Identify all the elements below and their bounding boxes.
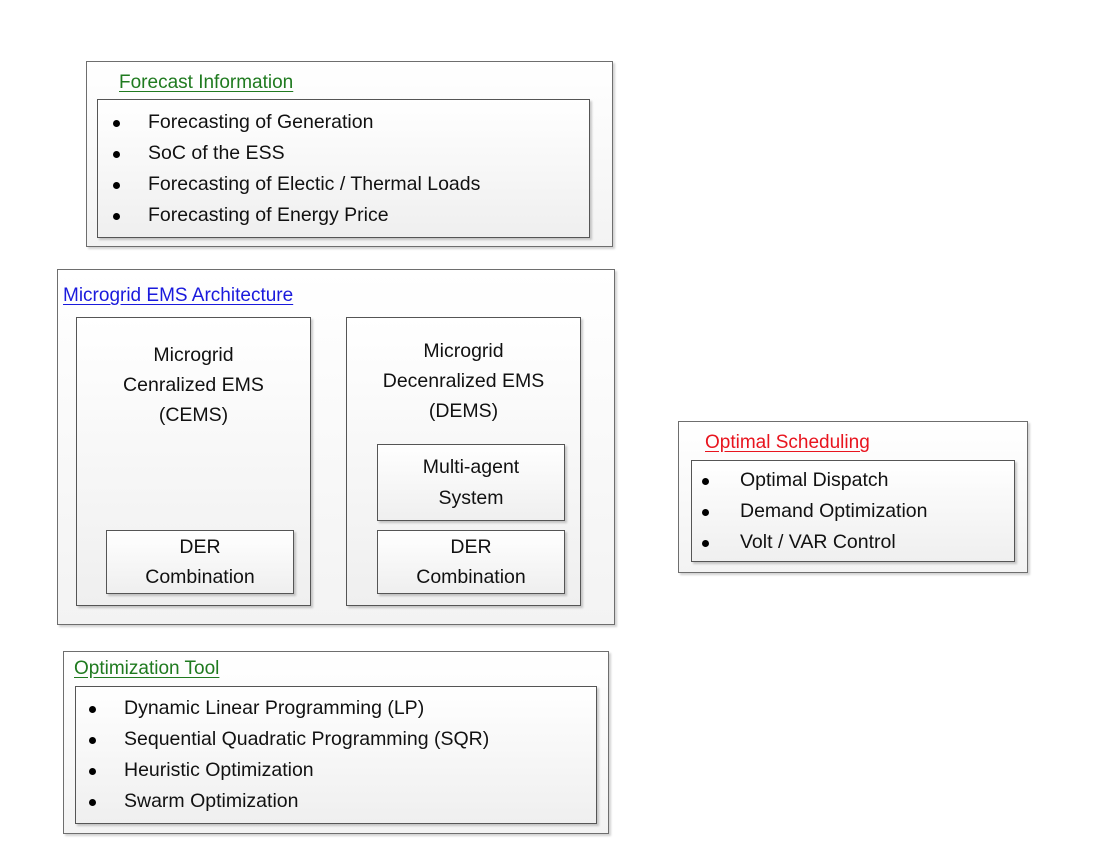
centralized-ems-label: Microgrid Cenralized EMS (CEMS) bbox=[123, 344, 264, 426]
list-item-label: Forecasting of Energy Price bbox=[148, 204, 389, 226]
bullet-icon bbox=[89, 705, 96, 713]
list-item: Forecasting of Generation bbox=[98, 107, 589, 138]
list-item-label: Demand Optimization bbox=[740, 500, 928, 522]
der-combination-label: DER Combination bbox=[145, 536, 255, 588]
list-item-label: Volt / VAR Control bbox=[740, 531, 896, 553]
list-item: Swarm Optimization bbox=[76, 786, 596, 817]
optimization-tool-list-box: Dynamic Linear Programming (LP) Sequenti… bbox=[75, 686, 597, 824]
bullet-icon bbox=[113, 119, 120, 127]
list-item-label: Heuristic Optimization bbox=[124, 759, 314, 781]
bullet-icon bbox=[89, 767, 96, 775]
bullet-icon bbox=[89, 736, 96, 744]
list-item-label: Forecasting of Generation bbox=[148, 111, 374, 133]
multi-agent-system-label: Multi-agent System bbox=[422, 456, 520, 509]
bullet-icon bbox=[113, 150, 120, 158]
forecast-information-panel: Forecast Information Forecasting of Gene… bbox=[86, 61, 613, 247]
optimal-scheduling-list: Optimal Dispatch Demand Optimization Vol… bbox=[692, 465, 1014, 558]
optimal-scheduling-list-box: Optimal Dispatch Demand Optimization Vol… bbox=[691, 460, 1015, 562]
list-item-label: Sequential Quadratic Programming (SQR) bbox=[124, 728, 490, 750]
list-item-label: SoC of the ESS bbox=[148, 142, 285, 164]
bullet-icon bbox=[89, 798, 96, 806]
ems-architecture-title[interactable]: Microgrid EMS Architecture bbox=[63, 286, 293, 305]
list-item-label: Swarm Optimization bbox=[124, 790, 299, 812]
list-item-label: Optimal Dispatch bbox=[740, 469, 889, 491]
optimization-tool-list: Dynamic Linear Programming (LP) Sequenti… bbox=[76, 693, 596, 817]
bullet-icon bbox=[113, 212, 120, 220]
forecast-information-title[interactable]: Forecast Information bbox=[119, 73, 293, 92]
optimal-scheduling-title[interactable]: Optimal Scheduling bbox=[705, 433, 870, 452]
list-item: Demand Optimization bbox=[692, 496, 1014, 527]
list-item: Dynamic Linear Programming (LP) bbox=[76, 693, 596, 724]
list-item: Sequential Quadratic Programming (SQR) bbox=[76, 724, 596, 755]
ems-architecture-panel: Microgrid EMS Architecture Microgrid Cen… bbox=[57, 269, 615, 625]
list-item-label: Forecasting of Electic / Thermal Loads bbox=[148, 173, 481, 195]
forecast-information-list-box: Forecasting of Generation SoC of the ESS… bbox=[97, 99, 590, 238]
list-item: Forecasting of Energy Price bbox=[98, 200, 589, 231]
bullet-icon bbox=[702, 539, 709, 547]
optimization-tool-panel: Optimization Tool Dynamic Linear Program… bbox=[63, 651, 609, 834]
list-item: Optimal Dispatch bbox=[692, 465, 1014, 496]
multi-agent-system-box: Multi-agent System bbox=[377, 444, 565, 521]
der-combination-label: DER Combination bbox=[416, 536, 526, 588]
centralized-der-combination-box: DER Combination bbox=[106, 530, 294, 594]
list-item: Forecasting of Electic / Thermal Loads bbox=[98, 169, 589, 200]
list-item: Heuristic Optimization bbox=[76, 755, 596, 786]
optimal-scheduling-panel: Optimal Scheduling Optimal Dispatch Dema… bbox=[678, 421, 1028, 573]
decentralized-ems-label: Microgrid Decenralized EMS (DEMS) bbox=[382, 340, 545, 422]
list-item: SoC of the ESS bbox=[98, 138, 589, 169]
list-item: Volt / VAR Control bbox=[692, 527, 1014, 558]
list-item-label: Dynamic Linear Programming (LP) bbox=[124, 697, 425, 719]
centralized-ems-box: Microgrid Cenralized EMS (CEMS) DER Comb… bbox=[76, 317, 311, 606]
decentralized-ems-box: Microgrid Decenralized EMS (DEMS) Multi-… bbox=[346, 317, 581, 606]
forecast-information-list: Forecasting of Generation SoC of the ESS… bbox=[98, 107, 589, 231]
decentralized-der-combination-box: DER Combination bbox=[377, 530, 565, 594]
bullet-icon bbox=[702, 508, 709, 516]
optimization-tool-title[interactable]: Optimization Tool bbox=[74, 659, 219, 678]
bullet-icon bbox=[113, 181, 120, 189]
bullet-icon bbox=[702, 477, 709, 485]
